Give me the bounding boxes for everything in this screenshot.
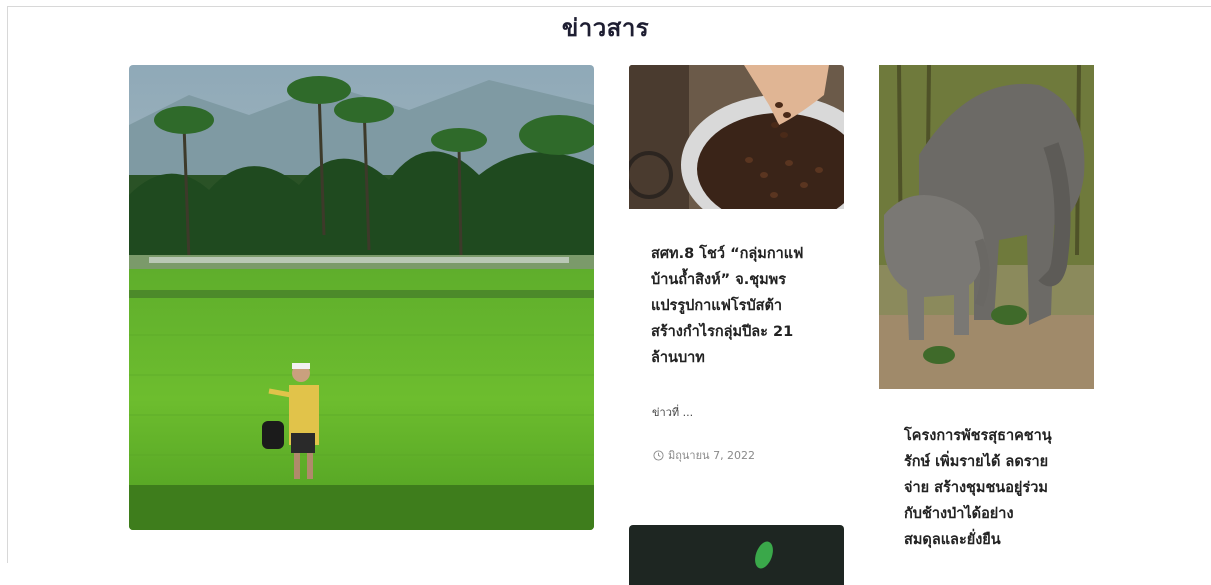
date-text: มิถุนายน 7, 2022 — [668, 449, 756, 462]
plant-article-image[interactable] — [629, 525, 844, 585]
elephant-article-title[interactable]: โครงการพัชรสุธาคชานุ รักษ์ เพิ่มรายได้ ล… — [904, 423, 1090, 553]
clock-icon — [653, 449, 664, 461]
coffee-article-date: มิถุนายน 7, 2022 — [653, 446, 755, 464]
rice-field-farmer-photo — [129, 65, 594, 530]
coffee-article-image[interactable] — [629, 65, 844, 209]
coffee-article-excerpt: ข่าวที่ ... — [652, 406, 694, 419]
coffee-beans-photo — [629, 65, 844, 209]
plant-photo — [629, 525, 844, 585]
elephants-photo — [879, 65, 1094, 389]
elephant-article-image[interactable] — [879, 65, 1094, 389]
featured-article-image[interactable] — [129, 65, 594, 530]
coffee-article-title[interactable]: สศท.8 โชว์ “กลุ่มกาแฟ บ้านถ้ำสิงห์” จ.ชุ… — [651, 241, 835, 371]
section-title: ข่าวสาร — [561, 14, 650, 42]
